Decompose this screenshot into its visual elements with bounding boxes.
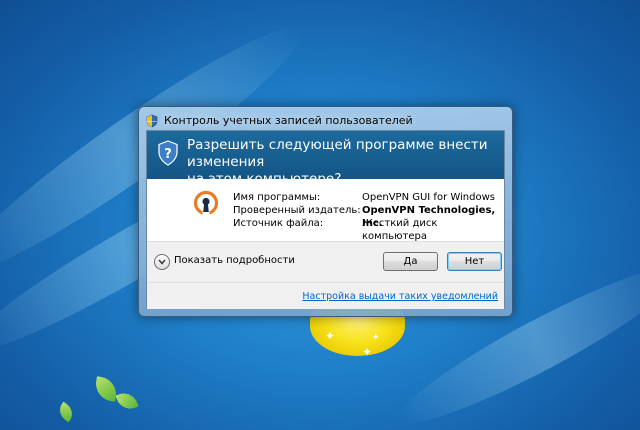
uac-shield-icon: [145, 113, 159, 128]
program-name-label: Имя программы:: [233, 192, 321, 203]
show-details-link[interactable]: Показать подробности: [174, 255, 295, 266]
wallpaper-leaf: [93, 376, 119, 402]
dialog-content: ? Разрешить следующей программе внести и…: [146, 130, 505, 309]
yes-button[interactable]: Да: [383, 252, 438, 271]
publisher-label: Проверенный издатель:: [233, 205, 361, 216]
uac-dialog: Контроль учетных записей пользователей ?…: [138, 106, 513, 317]
openvpn-icon: [193, 190, 219, 216]
file-source-label: Источник файла:: [233, 218, 324, 229]
wallpaper-leaf: [55, 401, 77, 423]
window-title: Контроль учетных записей пользователей: [164, 113, 413, 127]
program-details: Имя программы: OpenVPN GUI for Windows П…: [147, 179, 504, 242]
notification-settings-link[interactable]: Настройка выдачи таких уведомлений: [302, 291, 498, 302]
file-source-value: Жесткий диск компьютера: [362, 218, 438, 242]
show-details-toggle[interactable]: [154, 254, 170, 270]
wallpaper-sparkle: ✦: [325, 329, 336, 343]
wallpaper-sparkle: ✦: [362, 345, 373, 359]
chevron-down-icon: [158, 259, 166, 265]
title-bar[interactable]: Контроль учетных записей пользователей: [145, 110, 506, 130]
no-button[interactable]: Нет: [447, 252, 502, 271]
wallpaper-leaf: [115, 389, 139, 413]
svg-text:?: ?: [164, 147, 172, 162]
wallpaper-sparkle: ✦: [372, 333, 380, 343]
question-line-1: Разрешить следующей программе внести изм…: [187, 137, 488, 170]
program-name-value: OpenVPN GUI for Windows: [362, 192, 496, 203]
footer-bar: Настройка выдачи таких уведомлений: [147, 282, 504, 309]
action-bar: Показать подробности Да Нет: [147, 241, 504, 282]
uac-shield-icon: ?: [157, 140, 179, 166]
question-banner: ? Разрешить следующей программе внести и…: [147, 131, 504, 187]
